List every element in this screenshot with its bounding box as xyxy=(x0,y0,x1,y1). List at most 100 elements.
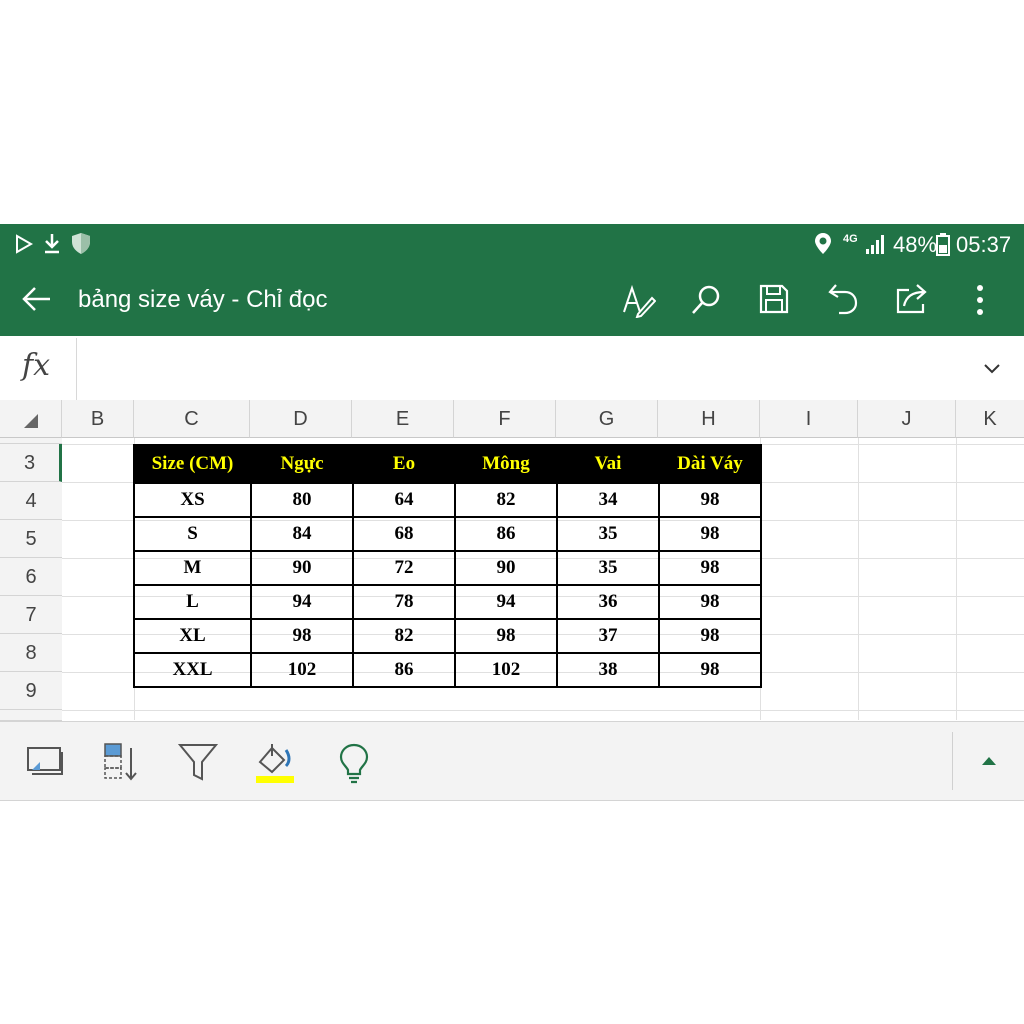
table-cell[interactable]: 94 xyxy=(454,584,558,620)
table-cell[interactable]: 90 xyxy=(250,550,354,586)
tell-me-icon[interactable] xyxy=(338,742,370,784)
table-cell[interactable]: XS xyxy=(133,482,252,518)
column-header-e[interactable]: E xyxy=(352,400,454,438)
header-cell[interactable]: Size (CM) xyxy=(133,444,252,484)
formula-input[interactable] xyxy=(90,352,954,384)
table-cell[interactable]: 84 xyxy=(250,516,354,552)
table-cell[interactable]: 78 xyxy=(352,584,456,620)
table-cell[interactable]: 35 xyxy=(556,550,660,586)
table-row: XS 80 64 82 34 98 xyxy=(133,482,762,518)
table-cell[interactable]: 98 xyxy=(658,618,762,654)
table-cell[interactable]: 94 xyxy=(250,584,354,620)
table-cell[interactable]: 68 xyxy=(352,516,456,552)
table-cell[interactable]: 90 xyxy=(454,550,558,586)
shield-icon xyxy=(72,233,90,254)
row-header-9[interactable]: 9 xyxy=(0,672,62,710)
undo-icon[interactable] xyxy=(827,282,859,316)
expand-icon[interactable] xyxy=(981,756,997,766)
table-cell[interactable]: 98 xyxy=(658,516,762,552)
bottom-toolbar xyxy=(0,721,1024,801)
column-header-b[interactable]: B xyxy=(62,400,134,438)
row-header-4[interactable]: 4 xyxy=(0,482,62,520)
search-icon[interactable] xyxy=(690,284,722,316)
select-icon[interactable] xyxy=(26,742,64,780)
table-cell[interactable]: 98 xyxy=(454,618,558,654)
location-icon xyxy=(815,233,831,254)
column-header-d[interactable]: D xyxy=(250,400,352,438)
download-icon xyxy=(45,234,59,254)
row-header-7[interactable]: 7 xyxy=(0,596,62,634)
table-cell[interactable]: S xyxy=(133,516,252,552)
header-cell[interactable]: Eo xyxy=(352,444,456,484)
select-all-icon xyxy=(24,414,38,428)
header-cell[interactable]: Vai xyxy=(556,444,660,484)
table-row: L 94 78 94 36 98 xyxy=(133,584,762,620)
column-header-h[interactable]: H xyxy=(658,400,760,438)
table-cell[interactable]: XXL xyxy=(133,652,252,688)
row-header-3[interactable]: 3 xyxy=(0,444,62,482)
table-cell[interactable]: 82 xyxy=(352,618,456,654)
table-cell[interactable]: 102 xyxy=(250,652,354,688)
more-icon[interactable] xyxy=(974,284,986,316)
play-store-icon xyxy=(16,234,34,254)
grid-line xyxy=(62,710,1024,711)
grid-line xyxy=(858,438,859,720)
table-cell[interactable]: 38 xyxy=(556,652,660,688)
row-header-partial xyxy=(0,710,62,721)
row-header-5[interactable]: 5 xyxy=(0,520,62,558)
table-cell[interactable]: 36 xyxy=(556,584,660,620)
battery-percent: 48% xyxy=(893,232,938,257)
battery-icon xyxy=(936,233,950,256)
row-header-6[interactable]: 6 xyxy=(0,558,62,596)
table-cell[interactable]: L xyxy=(133,584,252,620)
header-cell[interactable]: Mông xyxy=(454,444,558,484)
table-header-row: Size (CM) Ngực Eo Mông Vai Dài Váy xyxy=(133,444,762,484)
select-all-corner[interactable] xyxy=(0,400,62,438)
column-header-k[interactable]: K xyxy=(956,400,1024,438)
formula-bar: fx xyxy=(0,338,1024,401)
column-header-g[interactable]: G xyxy=(556,400,658,438)
save-icon[interactable] xyxy=(758,283,790,315)
app-bar: bảng size váy - Chỉ đọc xyxy=(0,264,1024,336)
table-cell[interactable]: 82 xyxy=(454,482,558,518)
share-icon[interactable] xyxy=(895,282,929,316)
table-cell[interactable]: 98 xyxy=(658,584,762,620)
column-header-i[interactable]: I xyxy=(760,400,858,438)
toolbar-divider xyxy=(952,732,953,790)
table-cell[interactable]: 98 xyxy=(658,482,762,518)
fill-color-icon[interactable] xyxy=(254,742,296,786)
filter-icon[interactable] xyxy=(178,742,218,782)
table-cell[interactable]: 80 xyxy=(250,482,354,518)
status-bar: 4G 48% 05:37 xyxy=(0,224,1024,264)
chevron-down-icon[interactable] xyxy=(983,363,1001,375)
header-cell[interactable]: Dài Váy xyxy=(658,444,762,484)
header-cell[interactable]: Ngực xyxy=(250,444,354,484)
table-cell[interactable]: 86 xyxy=(352,652,456,688)
formula-separator xyxy=(76,338,77,400)
table-cell[interactable]: 35 xyxy=(556,516,660,552)
back-arrow-icon[interactable] xyxy=(22,286,52,312)
table-cell[interactable]: 98 xyxy=(658,652,762,688)
table-cell[interactable]: 86 xyxy=(454,516,558,552)
table-cell[interactable]: 64 xyxy=(352,482,456,518)
table-cell[interactable]: 34 xyxy=(556,482,660,518)
table-cell[interactable]: 37 xyxy=(556,618,660,654)
size-table: Size (CM) Ngực Eo Mông Vai Dài Váy XS 80… xyxy=(133,444,762,688)
table-cell[interactable]: 98 xyxy=(658,550,762,586)
row-header-8[interactable]: 8 xyxy=(0,634,62,672)
table-cell[interactable]: 72 xyxy=(352,550,456,586)
table-row: XXL 102 86 102 38 98 xyxy=(133,652,762,688)
signal-icon xyxy=(866,235,884,254)
column-header-f[interactable]: F xyxy=(454,400,556,438)
table-cell[interactable]: 102 xyxy=(454,652,558,688)
table-row: S 84 68 86 35 98 xyxy=(133,516,762,552)
sort-icon[interactable] xyxy=(102,742,140,782)
column-header-j[interactable]: J xyxy=(858,400,956,438)
column-header-c[interactable]: C xyxy=(134,400,250,438)
grid-line xyxy=(956,438,957,720)
table-cell[interactable]: 98 xyxy=(250,618,354,654)
table-cell[interactable]: M xyxy=(133,550,252,586)
clock: 05:37 xyxy=(956,232,1012,257)
draw-icon[interactable] xyxy=(622,284,656,318)
table-cell[interactable]: XL xyxy=(133,618,252,654)
